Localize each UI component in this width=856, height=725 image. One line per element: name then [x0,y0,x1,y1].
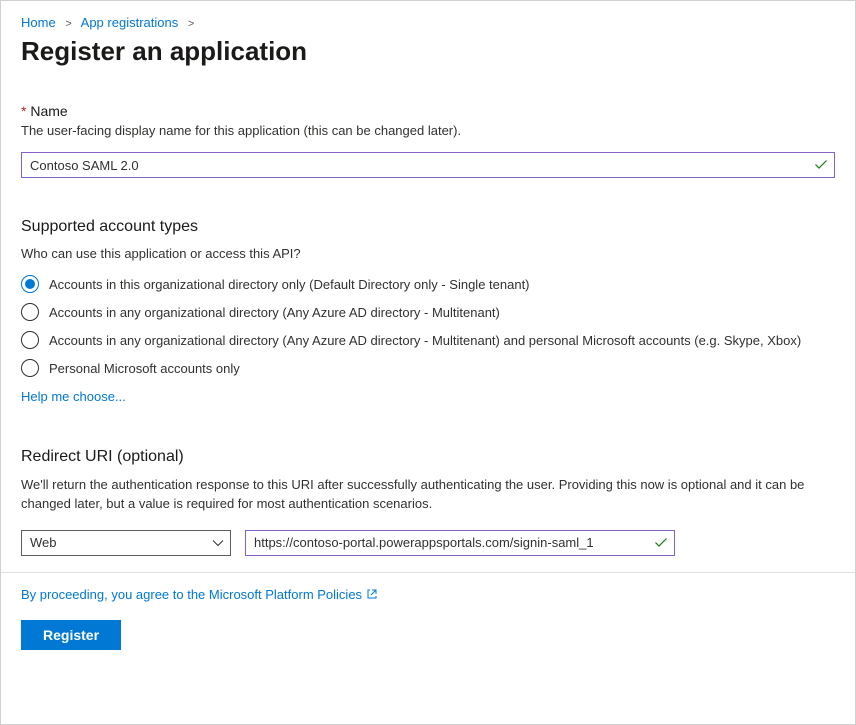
footer-divider [1,572,855,573]
account-type-option-multitenant-personal[interactable]: Accounts in any organizational directory… [21,331,835,349]
register-application-panel: Home > App registrations > Register an a… [0,0,856,725]
app-name-input[interactable] [21,152,835,178]
help-me-choose-link[interactable]: Help me choose... [21,389,126,404]
page-title: Register an application [21,36,835,67]
radio-icon [21,331,39,349]
radio-label: Accounts in any organizational directory… [49,305,500,320]
external-link-icon [366,588,378,600]
radio-icon [21,359,39,377]
radio-label: Accounts in any organizational directory… [49,333,801,348]
breadcrumb-app-registrations[interactable]: App registrations [81,15,179,30]
platform-policies-link[interactable]: By proceeding, you agree to the Microsof… [21,587,362,602]
redirect-uri-heading: Redirect URI (optional) [21,448,835,466]
redirect-uri-description: We'll return the authentication response… [21,476,835,514]
breadcrumb: Home > App registrations > [21,15,835,30]
name-help-text: The user-facing display name for this ap… [21,123,835,138]
radio-label: Accounts in this organizational director… [49,277,530,292]
account-types-heading: Supported account types [21,218,835,236]
account-type-option-single-tenant[interactable]: Accounts in this organizational director… [21,275,835,293]
redirect-platform-select[interactable]: Web [21,530,231,556]
breadcrumb-separator: > [59,18,77,30]
radio-label: Personal Microsoft accounts only [49,361,240,376]
validation-checkmark-icon [649,531,673,555]
required-indicator: * [21,103,26,119]
redirect-uri-input[interactable] [245,530,675,556]
register-button[interactable]: Register [21,620,121,650]
validation-checkmark-icon [809,153,833,177]
name-label: * Name [21,103,835,119]
breadcrumb-home[interactable]: Home [21,15,56,30]
account-type-option-multitenant[interactable]: Accounts in any organizational directory… [21,303,835,321]
account-type-option-personal-only[interactable]: Personal Microsoft accounts only [21,359,835,377]
breadcrumb-separator: > [182,18,200,30]
radio-icon [21,303,39,321]
redirect-platform-value: Web [22,535,206,550]
name-label-text: Name [30,103,67,119]
account-types-question: Who can use this application or access t… [21,246,835,261]
chevron-down-icon [206,537,230,549]
radio-icon [21,275,39,293]
